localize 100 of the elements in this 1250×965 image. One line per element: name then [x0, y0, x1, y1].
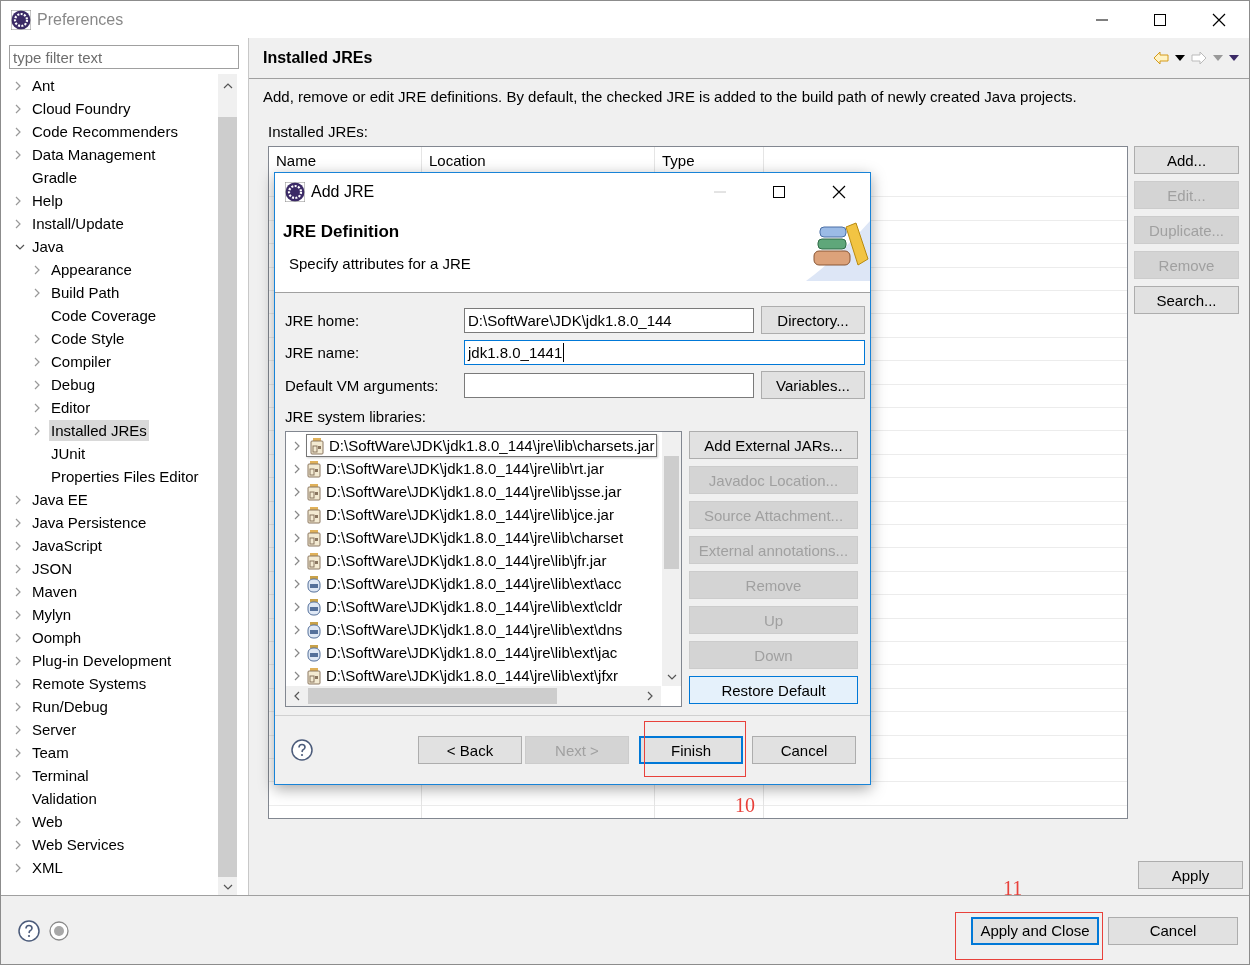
chevron-right-icon[interactable] — [34, 287, 40, 298]
tree-item[interactable]: Appearance — [49, 259, 134, 280]
library-item[interactable]: D:\SoftWare\JDK\jdk1.8.0_144\jre\lib\rt.jar — [326, 460, 604, 477]
tree-item[interactable]: JUnit — [49, 443, 88, 464]
chevron-down-icon[interactable] — [15, 243, 25, 250]
tree-item[interactable]: Compiler — [49, 351, 113, 372]
library-item[interactable]: D:\SoftWare\JDK\jdk1.8.0_144\jre\lib\charset — [326, 529, 624, 546]
tree-item[interactable]: Data Management — [30, 144, 158, 165]
tree-item[interactable]: Server — [30, 719, 79, 740]
library-item[interactable]: D:\SoftWare\JDK\jdk1.8.0_144\jre\lib\charsets.jar — [306, 434, 658, 457]
tree-item[interactable]: Maven — [30, 581, 80, 602]
chevron-right-icon[interactable] — [15, 632, 21, 643]
library-item[interactable]: D:\SoftWare\JDK\jdk1.8.0_144\jre\lib\ext\acc — [326, 575, 622, 592]
chevron-right-icon[interactable] — [15, 517, 21, 528]
button[interactable]: Directory... — [761, 306, 865, 334]
tree-item[interactable]: Gradle — [30, 167, 80, 188]
back-arrow-icon[interactable] — [1153, 51, 1169, 65]
chevron-right-icon[interactable] — [15, 494, 21, 505]
library-item[interactable]: D:\SoftWare\JDK\jdk1.8.0_144\jre\lib\ext\dns — [326, 621, 623, 638]
circle-icon[interactable] — [49, 920, 69, 941]
tree-item[interactable]: Code Coverage — [49, 305, 159, 326]
input-field[interactable] — [464, 372, 754, 398]
chevron-right-icon[interactable] — [15, 218, 21, 229]
library-item[interactable]: D:\SoftWare\JDK\jdk1.8.0_144\jre\lib\ext\cldr — [326, 598, 623, 615]
help-icon[interactable] — [291, 739, 313, 761]
button[interactable]: Variables... — [761, 371, 865, 399]
button[interactable]: Search... — [1134, 286, 1239, 314]
scrollbar[interactable] — [662, 432, 681, 686]
button[interactable]: Cancel — [752, 736, 856, 764]
tree-item[interactable]: JSON — [30, 558, 74, 579]
button[interactable]: < Back — [418, 736, 522, 764]
chevron-right-icon[interactable] — [34, 264, 40, 275]
scrollbar[interactable] — [218, 74, 237, 895]
library-item[interactable]: D:\SoftWare\JDK\jdk1.8.0_144\jre\lib\ext\jac — [326, 644, 618, 661]
menu-icon[interactable] — [1229, 55, 1239, 61]
tree-item[interactable]: Java — [30, 236, 66, 257]
library-item[interactable]: D:\SoftWare\JDK\jdk1.8.0_144\jre\lib\ext\jfxr — [326, 667, 619, 684]
help-icon[interactable] — [18, 919, 40, 942]
tree-item[interactable]: Team — [30, 742, 71, 763]
chevron-right-icon[interactable] — [15, 747, 21, 758]
chevron-right-icon[interactable] — [15, 563, 21, 574]
tree-item[interactable]: Cloud Foundry — [30, 98, 133, 119]
tree-item[interactable]: Debug — [49, 374, 98, 395]
button[interactable]: Cancel — [1108, 916, 1238, 945]
chevron-right-icon[interactable] — [15, 701, 21, 712]
chevron-right-icon[interactable] — [34, 356, 40, 367]
tree-item[interactable]: Properties Files Editor — [49, 466, 201, 487]
chevron-right-icon[interactable] — [15, 678, 21, 689]
chevron-right-icon[interactable] — [15, 770, 21, 781]
tree-item[interactable]: Code Style — [49, 328, 127, 349]
tree-item[interactable]: Plug-in Development — [30, 650, 174, 671]
button[interactable]: Add... — [1134, 146, 1239, 174]
tree-item[interactable]: XML — [30, 857, 65, 878]
filter-field[interactable]: type filter text — [9, 45, 239, 69]
chevron-right-icon[interactable] — [15, 540, 21, 551]
input-field[interactable]: jdk1.8.0_1441 — [464, 340, 865, 365]
tree-item[interactable]: Validation — [30, 788, 99, 809]
tree-item[interactable]: Mylyn — [30, 604, 74, 625]
tree-item[interactable]: Remote Systems — [30, 673, 149, 694]
tree-item[interactable]: Ant — [30, 75, 57, 96]
tree-item[interactable]: Install/Update — [30, 213, 126, 234]
tree-item[interactable]: Web Services — [30, 834, 127, 855]
forward-arrow-icon[interactable] — [1191, 51, 1207, 65]
chevron-right-icon[interactable] — [34, 379, 40, 390]
chevron-right-icon[interactable] — [15, 816, 21, 827]
chevron-right-icon[interactable] — [15, 195, 21, 206]
tree-item[interactable]: Editor — [49, 397, 93, 418]
tree-item[interactable]: Help — [30, 190, 65, 211]
button[interactable]: Apply and Close — [971, 916, 1099, 945]
chevron-right-icon[interactable] — [15, 80, 21, 91]
dropdown-icon[interactable] — [1175, 55, 1185, 61]
chevron-right-icon[interactable] — [15, 103, 21, 114]
tree-item[interactable]: Java Persistence — [30, 512, 149, 533]
tree-item[interactable]: Run/Debug — [30, 696, 110, 717]
button[interactable]: Apply — [1138, 861, 1243, 889]
button[interactable]: Add External JARs... — [689, 431, 858, 459]
chevron-right-icon[interactable] — [34, 425, 40, 436]
tree-item[interactable]: Oomph — [30, 627, 84, 648]
chevron-right-icon[interactable] — [15, 586, 21, 597]
chevron-right-icon[interactable] — [34, 333, 40, 344]
chevron-right-icon[interactable] — [15, 724, 21, 735]
tree-item[interactable]: Code Recommenders — [30, 121, 180, 142]
library-item[interactable]: D:\SoftWare\JDK\jdk1.8.0_144\jre\lib\jce.jar — [326, 506, 614, 523]
chevron-right-icon[interactable] — [15, 655, 21, 666]
chevron-right-icon[interactable] — [15, 839, 21, 850]
chevron-right-icon[interactable] — [15, 149, 21, 160]
chevron-right-icon[interactable] — [34, 402, 40, 413]
tree-item[interactable]: Installed JREs — [49, 420, 149, 441]
tree-item[interactable]: Web — [30, 811, 65, 832]
chevron-right-icon[interactable] — [15, 126, 21, 137]
button[interactable]: Restore Default — [689, 676, 858, 704]
tree-item[interactable]: JavaScript — [30, 535, 105, 556]
tree-item[interactable]: Java EE — [30, 489, 90, 510]
chevron-right-icon[interactable] — [15, 609, 21, 620]
button[interactable]: Finish — [639, 736, 743, 764]
tree-item[interactable]: Terminal — [30, 765, 91, 786]
input-field[interactable]: D:\SoftWare\JDK\jdk1.8.0_144 — [464, 307, 754, 333]
library-item[interactable]: D:\SoftWare\JDK\jdk1.8.0_144\jre\lib\jfr.jar — [326, 552, 607, 569]
scrollbar[interactable] — [286, 686, 661, 706]
tree-item[interactable]: Build Path — [49, 282, 122, 303]
